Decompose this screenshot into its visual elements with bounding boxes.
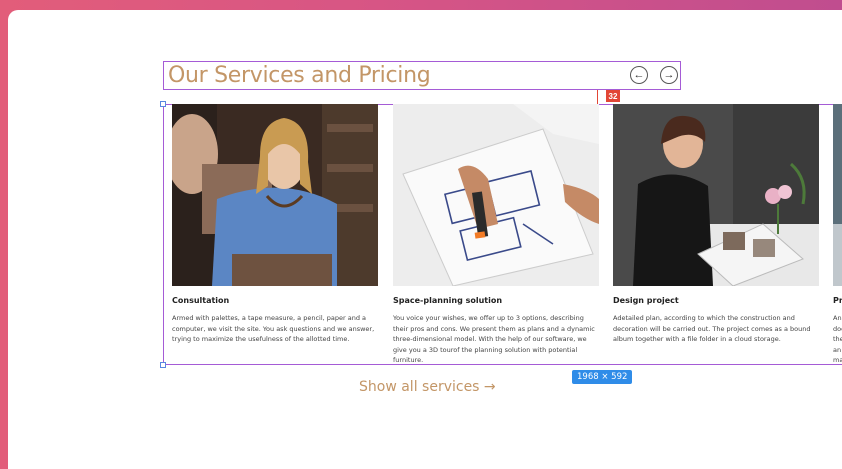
card-description: An doc the an ma	[833, 314, 842, 364]
show-all-services-link[interactable]: Show all services →	[359, 379, 496, 395]
card-title: Consultation	[172, 296, 230, 305]
arrow-left-icon: ←	[633, 69, 645, 81]
resize-handle-bottom-left[interactable]	[160, 362, 166, 368]
card-title: Pr	[833, 296, 842, 305]
service-card-partial[interactable]: Pr An doc the an ma	[833, 104, 842, 366]
card-description: Adetailed plan, according to which the c…	[613, 314, 811, 343]
space-planning-image	[393, 104, 599, 286]
card-description: Armed with palettes, a tape measure, a p…	[172, 314, 375, 343]
section-title: Our Services and Pricing	[168, 63, 431, 88]
service-card-space-planning[interactable]: Space-planning solution You voice your w…	[393, 104, 599, 366]
carousel-prev-button[interactable]: ←	[630, 66, 648, 84]
design-project-image	[613, 104, 819, 286]
resize-handle-top-left[interactable]	[160, 101, 166, 107]
service-card-consultation[interactable]: Consultation Armed with palettes, a tape…	[172, 104, 378, 345]
card-title: Design project	[613, 296, 679, 305]
carousel-next-button[interactable]: →	[660, 66, 678, 84]
arrow-right-icon: →	[663, 69, 675, 81]
heading-selection-frame[interactable]: Our Services and Pricing ← →	[163, 61, 681, 90]
partial-card-image	[833, 104, 842, 286]
spacing-badge: 32	[606, 90, 620, 102]
consultation-image	[172, 104, 378, 286]
card-description: You voice your wishes, we offer up to 3 …	[393, 314, 595, 364]
service-card-design-project[interactable]: Design project Adetailed plan, according…	[613, 104, 819, 345]
dimension-badge: 1968 × 592	[572, 370, 633, 384]
spacing-guide-line	[597, 90, 598, 104]
card-title: Space-planning solution	[393, 296, 503, 305]
